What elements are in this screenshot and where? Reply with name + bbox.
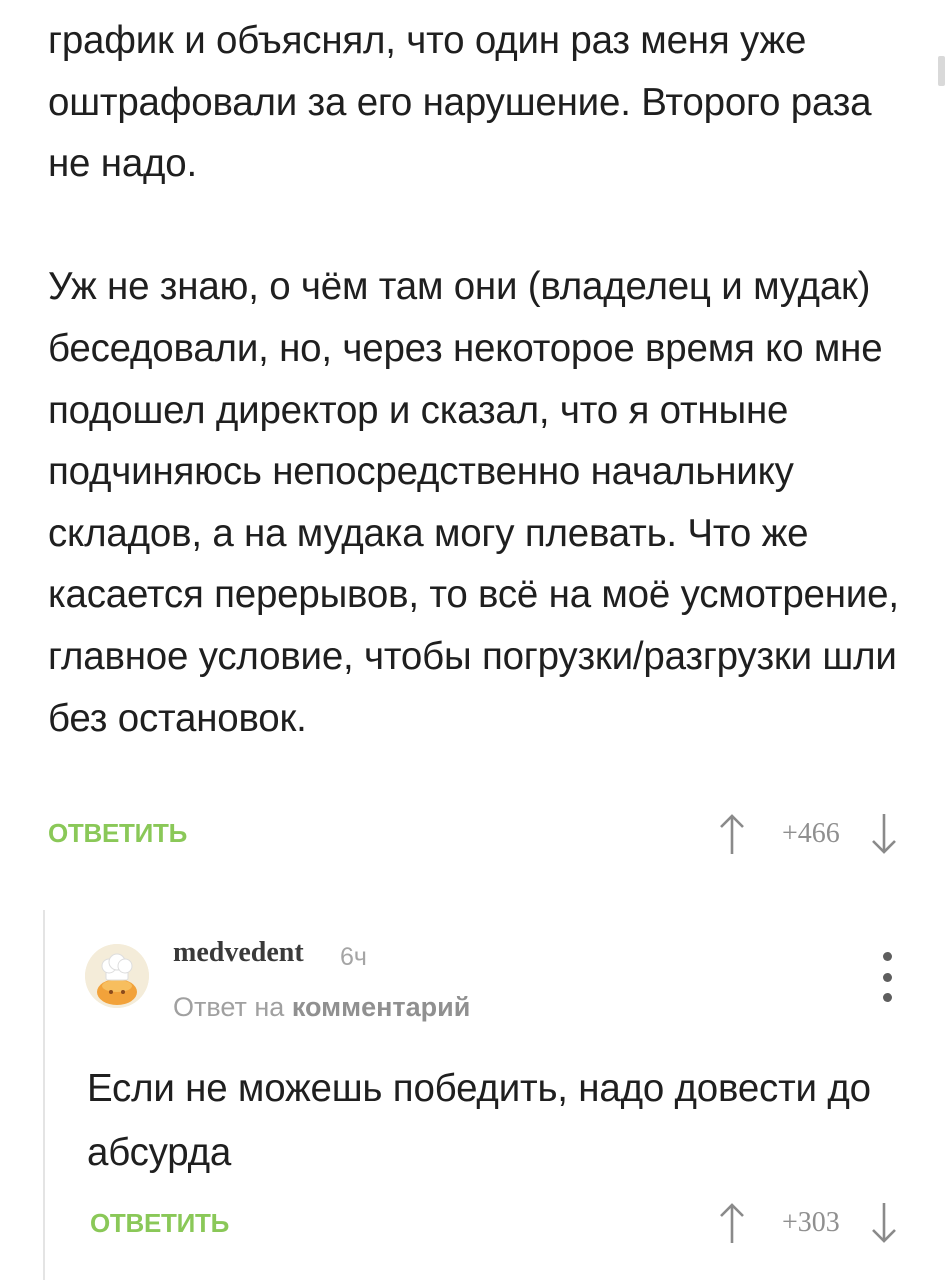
arrow-down-icon[interactable] (870, 1201, 898, 1245)
arrow-up-icon[interactable] (718, 812, 746, 856)
author-name[interactable]: medvedent (173, 937, 304, 969)
comment-paragraph-2: Уж не знаю, о чём там они (владелец и му… (48, 265, 899, 740)
chef-avatar-icon[interactable] (85, 944, 149, 1008)
arrow-up-icon[interactable] (718, 1201, 746, 1245)
reply-to-prefix: Ответ на (173, 992, 285, 1022)
rating-count: +466 (782, 818, 840, 849)
reply-body: Если не можешь победить, надо довести до… (87, 1067, 871, 1174)
rating-count: +303 (782, 1207, 840, 1238)
reply-button[interactable]: ОТВЕТИТЬ (48, 818, 187, 849)
comment-body: график и объяснял, что один раз меня уже… (48, 10, 918, 749)
comment-vote-block: +466 (718, 809, 898, 859)
arrow-down-icon[interactable] (870, 812, 898, 856)
more-vertical-icon[interactable] (872, 952, 902, 1002)
reply-vote-block: +303 (718, 1198, 898, 1248)
scrollbar-thumb[interactable] (938, 56, 945, 86)
post-time: 6ч (340, 943, 367, 971)
reply-button-2[interactable]: ОТВЕТИТЬ (90, 1208, 229, 1239)
reply-to-link[interactable]: комментарий (292, 992, 471, 1022)
comment-paragraph-1: график и объяснял, что один раз меня уже… (48, 19, 872, 186)
reply-to-line: Ответ на комментарий (173, 992, 470, 1023)
thread-line (43, 910, 45, 1280)
